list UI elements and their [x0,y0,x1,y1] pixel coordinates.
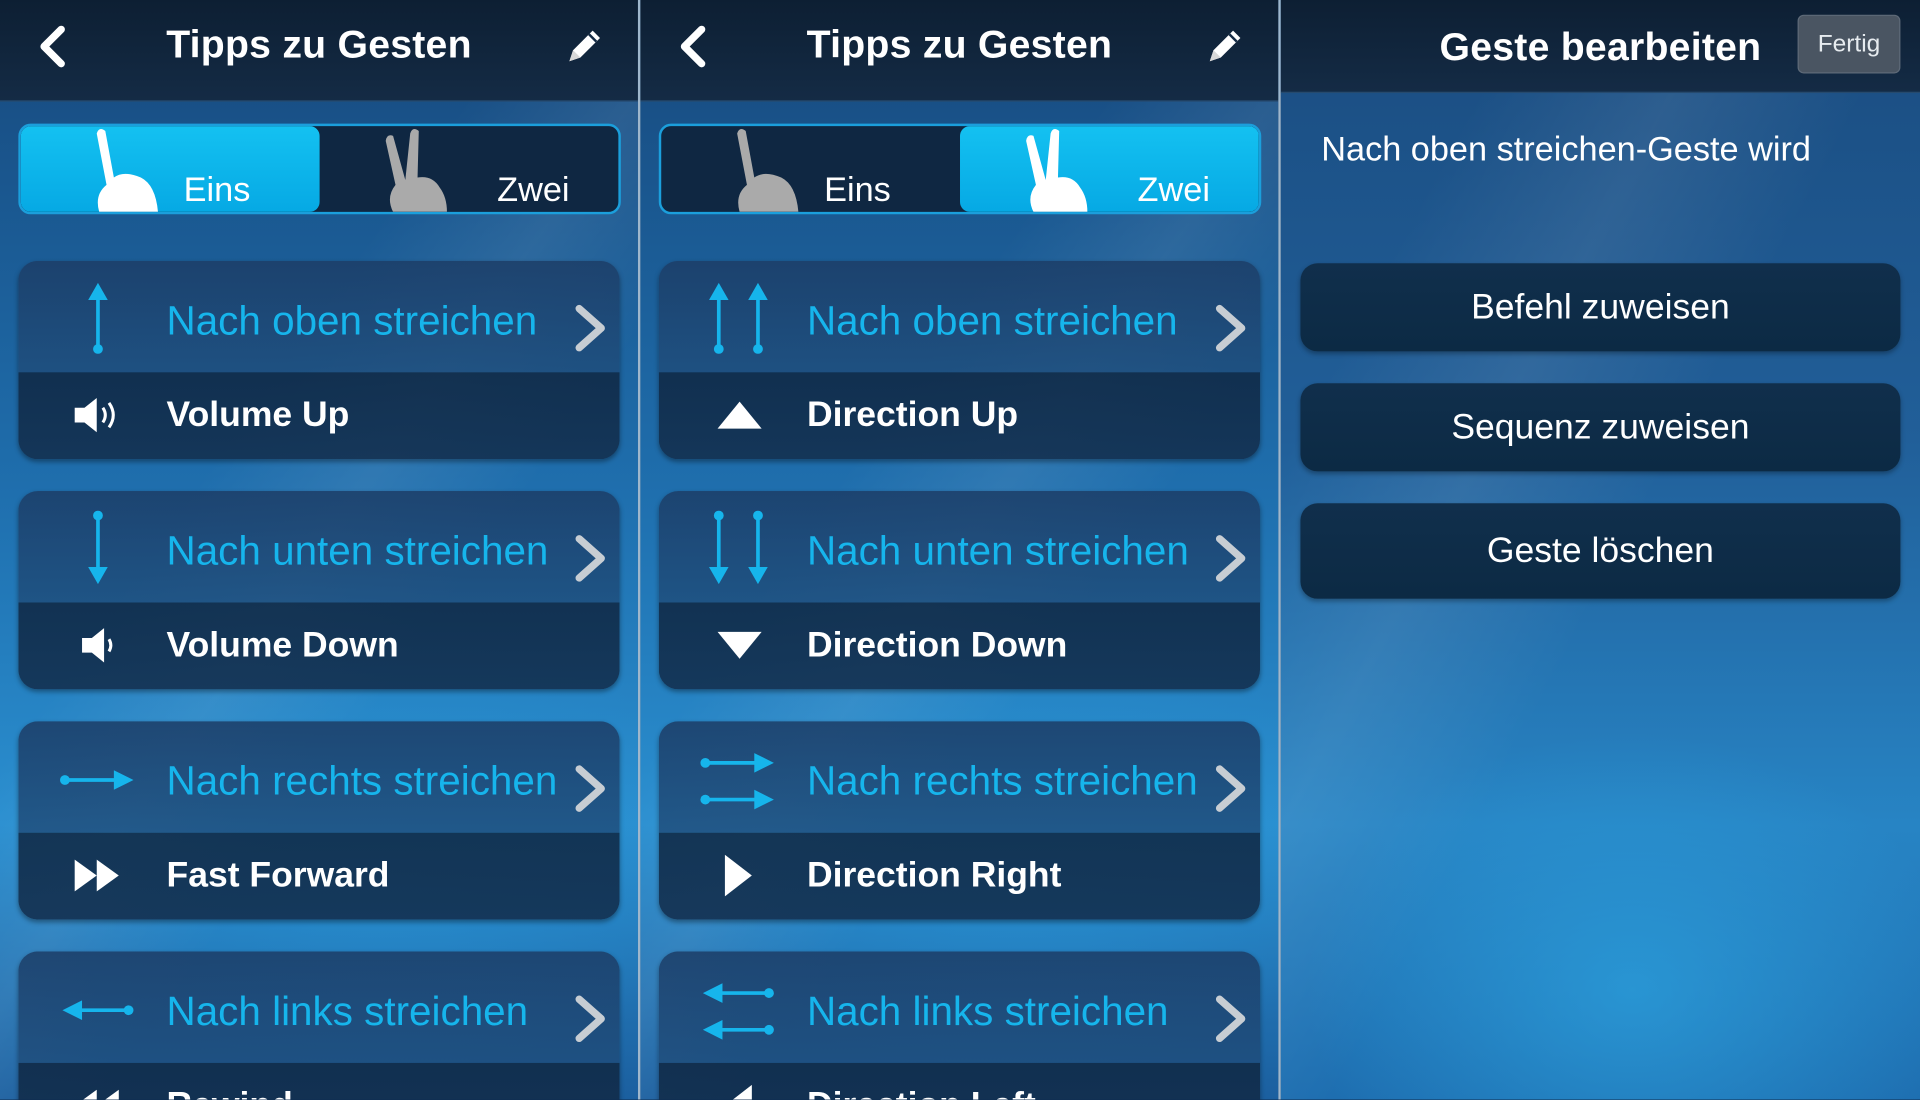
gesture-card-swipe-down[interactable]: Nach unten streichen Volume Down [18,491,620,690]
triangle-down-icon [717,631,762,659]
edit-button[interactable] [1202,24,1246,68]
gesture-row: Nach links streichen [18,951,620,1063]
gesture-label: Nach oben streichen [166,297,538,343]
chevron-right-icon [575,535,605,582]
two-finger-hand-icon [1026,129,1088,212]
triangle-right-icon [724,854,752,897]
gesture-row: Nach rechts streichen [658,721,1261,833]
assign-sequence-button[interactable]: Sequenz zuweisen [1300,383,1901,472]
command-row: Volume Up [18,372,620,460]
navigation-bar: Geste bearbeiten Fertig [1280,0,1920,94]
gesture-card-two-finger-swipe-down[interactable]: Nach unten streichen Direction Down [658,491,1261,690]
navigation-bar: Tipps zu Gesten [0,0,638,102]
gesture-label: Nach rechts streichen [166,757,558,804]
delete-gesture-button[interactable]: Geste löschen [1300,503,1901,599]
segment-label: Eins [183,170,251,209]
command-label: Direction Right [806,855,1062,896]
segment-label: Eins [824,170,891,209]
one-finger-hand-icon [737,129,799,212]
command-row: Direction Down [658,602,1261,690]
assign-command-button[interactable]: Befehl zuweisen [1300,263,1901,352]
command-label: Volume Down [166,625,399,665]
gesture-card-swipe-up[interactable]: Nach oben streichen Volume Up [18,260,620,460]
chevron-right-icon [1215,995,1246,1043]
gesture-label: Nach unten streichen [806,527,1189,574]
finger-count-selector: Eins Zwei [658,123,1262,215]
gesture-card-two-finger-swipe-up[interactable]: Nach oben streichen Direction Up [658,260,1261,460]
command-label: Direction Up [806,395,1019,435]
chevron-right-icon [575,304,605,352]
segment-label: Zwei [497,170,570,209]
command-label: Direction Down [806,625,1068,665]
command-row: Direction Up [658,372,1261,460]
segment-one-finger[interactable]: Eins [661,126,960,212]
command-row: Volume Down [18,602,620,690]
gesture-row: Nach oben streichen [658,260,1261,373]
gesture-label: Nach links streichen [806,988,1169,1034]
fast-forward-icon [74,859,119,892]
double-arrow-left-icon [702,983,774,1040]
gesture-row: Nach oben streichen [18,260,620,373]
gesture-tips-panel-one-finger: Tipps zu Gesten Eins Zwei Nach oben stre… [0,0,638,1100]
gesture-card-two-finger-swipe-right[interactable]: Nach rechts streichen Direction Right [658,721,1261,920]
one-finger-hand-icon [96,129,158,212]
double-arrow-down-icon [708,510,768,585]
navigation-bar: Tipps zu Gesten [640,0,1279,102]
segment-two-fingers[interactable]: Zwei [960,126,1259,212]
command-label: Rewind [167,1086,293,1099]
gesture-description: Nach oben streichen-Geste wird [1321,129,1812,168]
command-row: Direction Left [658,1062,1261,1100]
gesture-label: Nach unten streichen [166,527,549,574]
gesture-card-swipe-left[interactable]: Nach links streichen Rewind [18,951,620,1100]
command-label: Direction Left [807,1086,1036,1099]
page-title: Tipps zu Gesten [166,22,472,67]
segment-one-finger[interactable]: Eins [20,126,320,212]
chevron-right-icon [1215,304,1246,352]
done-button[interactable]: Fertig [1797,14,1901,74]
segment-two-fingers[interactable]: Zwei [320,126,619,212]
command-row: Fast Forward [18,832,620,920]
gesture-label: Nach rechts streichen [806,757,1198,804]
segment-label: Zwei [1137,170,1210,209]
arrow-right-icon [60,770,134,790]
gesture-label: Nach oben streichen [806,297,1178,343]
gesture-row: Nach unten streichen [658,491,1261,603]
gesture-row: Nach unten streichen [18,491,620,603]
gesture-card-two-finger-swipe-left[interactable]: Nach links streichen Direction Left [658,951,1261,1100]
chevron-right-icon [575,995,605,1043]
speaker-loud-icon [74,397,115,433]
double-arrow-right-icon [700,753,774,810]
rewind-icon [83,1089,119,1100]
gesture-card-swipe-right[interactable]: Nach rechts streichen Fast Forward [18,721,620,920]
command-row: Direction Right [658,832,1261,920]
speaker-icon [82,628,113,663]
gesture-row: Nach rechts streichen [18,721,620,833]
page-title: Tipps zu Gesten [806,22,1113,67]
command-row: Rewind [18,1062,620,1100]
chevron-right-icon [1215,765,1246,812]
app-screens: Tipps zu Gesten Eins Zwei Nach oben stre… [0,0,1920,1100]
triangle-left-icon [732,1084,752,1100]
edit-button[interactable] [562,24,606,68]
command-label: Volume Up [166,395,350,435]
pencil-icon [569,30,601,62]
arrow-up-icon [88,282,108,354]
pencil-icon [1209,30,1241,62]
arrow-down-icon [88,510,108,585]
gesture-tips-panel-two-fingers: Tipps zu Gesten Eins Zwei Nach oben stre… [640,0,1279,1100]
chevron-right-icon [575,765,605,812]
gesture-row: Nach links streichen [658,951,1261,1063]
edit-gesture-panel: Geste bearbeiten Fertig Nach oben streic… [1280,0,1920,1100]
finger-count-selector: Eins Zwei [18,123,621,215]
command-label: Fast Forward [166,855,390,896]
chevron-right-icon [1215,535,1246,582]
two-finger-hand-icon [385,129,447,212]
arrow-left-icon [62,1000,134,1021]
triangle-up-icon [717,401,762,429]
double-arrow-up-icon [708,282,768,354]
gesture-label: Nach links streichen [166,988,529,1034]
